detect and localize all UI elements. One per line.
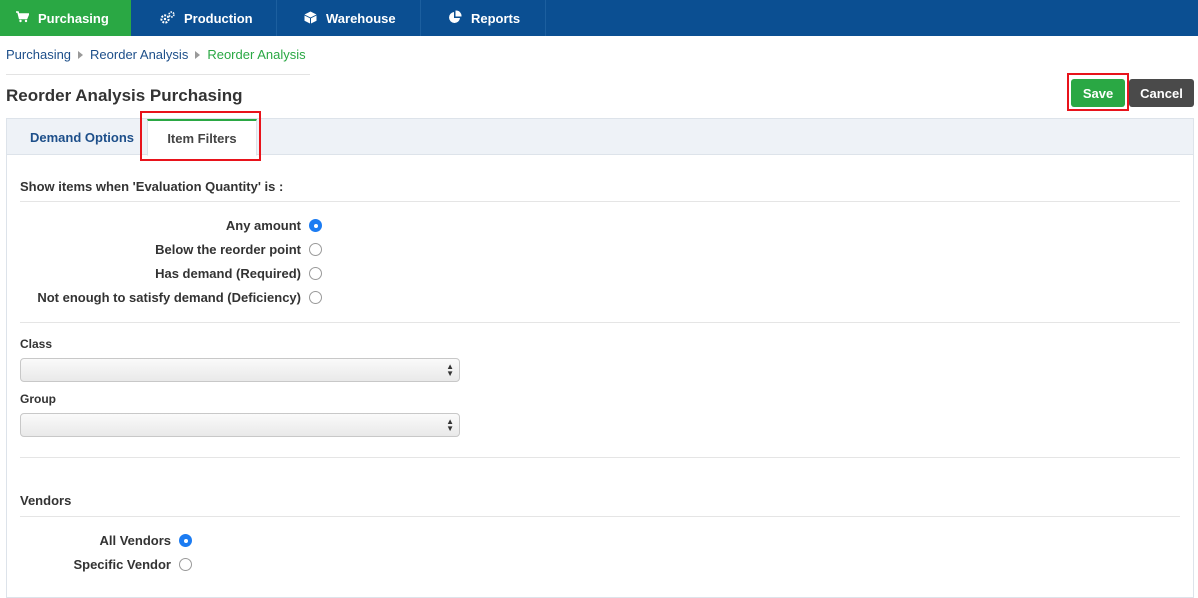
radio-has-demand[interactable] xyxy=(309,267,322,280)
option-label: Has demand (Required) xyxy=(155,266,301,281)
radio-specific-vendor[interactable] xyxy=(179,558,192,571)
option-specific-vendor: Specific Vendor xyxy=(73,557,192,572)
breadcrumb-separator-icon xyxy=(195,50,201,59)
section-divider xyxy=(20,457,1180,458)
class-label: Class xyxy=(20,337,53,351)
section-divider xyxy=(20,516,1180,517)
box-icon xyxy=(304,11,317,26)
select-arrows-icon: ▲ ▼ xyxy=(446,362,454,378)
radio-all-vendors[interactable] xyxy=(179,534,192,547)
option-has-demand: Has demand (Required) xyxy=(155,266,322,281)
option-label: Below the reorder point xyxy=(155,242,301,257)
nav-label: Purchasing xyxy=(38,10,109,26)
class-select[interactable]: ▲ ▼ xyxy=(20,358,460,382)
page-title: Reorder Analysis Purchasing xyxy=(6,86,243,105)
breadcrumb-divider xyxy=(6,74,310,75)
option-label: Any amount xyxy=(225,218,301,233)
group-select[interactable]: ▲ ▼ xyxy=(20,413,460,437)
breadcrumb-purchasing[interactable]: Purchasing xyxy=(6,47,71,62)
radio-below-reorder-point[interactable] xyxy=(309,243,322,256)
breadcrumb-current: Reorder Analysis xyxy=(207,47,306,62)
option-label: All Vendors xyxy=(99,533,171,548)
tab-demand-options[interactable]: Demand Options xyxy=(17,119,147,155)
option-label: Not enough to satisfy demand (Deficiency… xyxy=(37,290,301,305)
nav-item-warehouse[interactable]: Warehouse xyxy=(277,0,421,36)
radio-deficiency[interactable] xyxy=(309,291,322,304)
breadcrumb-reorder-analysis[interactable]: Reorder Analysis xyxy=(90,47,188,62)
top-nav-bar: Purchasing Production Warehouse Reports xyxy=(0,0,1198,36)
tab-bar: Demand Options Item Filters xyxy=(7,119,1193,156)
cart-icon xyxy=(16,11,30,25)
save-button[interactable]: Save xyxy=(1071,79,1125,107)
main-panel: Demand Options Item Filters Show items w… xyxy=(6,118,1194,598)
section-divider xyxy=(20,322,1180,323)
gears-icon xyxy=(160,10,175,26)
select-arrows-icon: ▲ ▼ xyxy=(446,417,454,433)
section-divider xyxy=(20,201,1180,202)
option-below-reorder-point: Below the reorder point xyxy=(155,242,322,257)
breadcrumb-separator-icon xyxy=(78,50,84,59)
option-any-amount: Any amount xyxy=(226,218,322,233)
tab-item-filters[interactable]: Item Filters xyxy=(147,119,257,156)
evaluation-heading: Show items when 'Evaluation Quantity' is… xyxy=(20,179,284,194)
breadcrumb: Purchasing Reorder Analysis Reorder Anal… xyxy=(6,47,306,62)
vendors-heading: Vendors xyxy=(20,493,72,508)
option-all-vendors: All Vendors xyxy=(99,533,192,548)
group-label: Group xyxy=(20,392,56,406)
option-deficiency: Not enough to satisfy demand (Deficiency… xyxy=(37,290,322,305)
pie-chart-icon xyxy=(448,10,462,26)
nav-item-production[interactable]: Production xyxy=(131,0,277,36)
nav-label: Production xyxy=(184,10,253,26)
cancel-button[interactable]: Cancel xyxy=(1129,79,1194,107)
nav-item-reports[interactable]: Reports xyxy=(421,0,546,36)
nav-label: Reports xyxy=(471,10,521,26)
nav-label: Warehouse xyxy=(326,10,396,26)
nav-item-purchasing[interactable]: Purchasing xyxy=(0,0,131,36)
option-label: Specific Vendor xyxy=(73,557,171,572)
radio-any-amount[interactable] xyxy=(309,219,322,232)
